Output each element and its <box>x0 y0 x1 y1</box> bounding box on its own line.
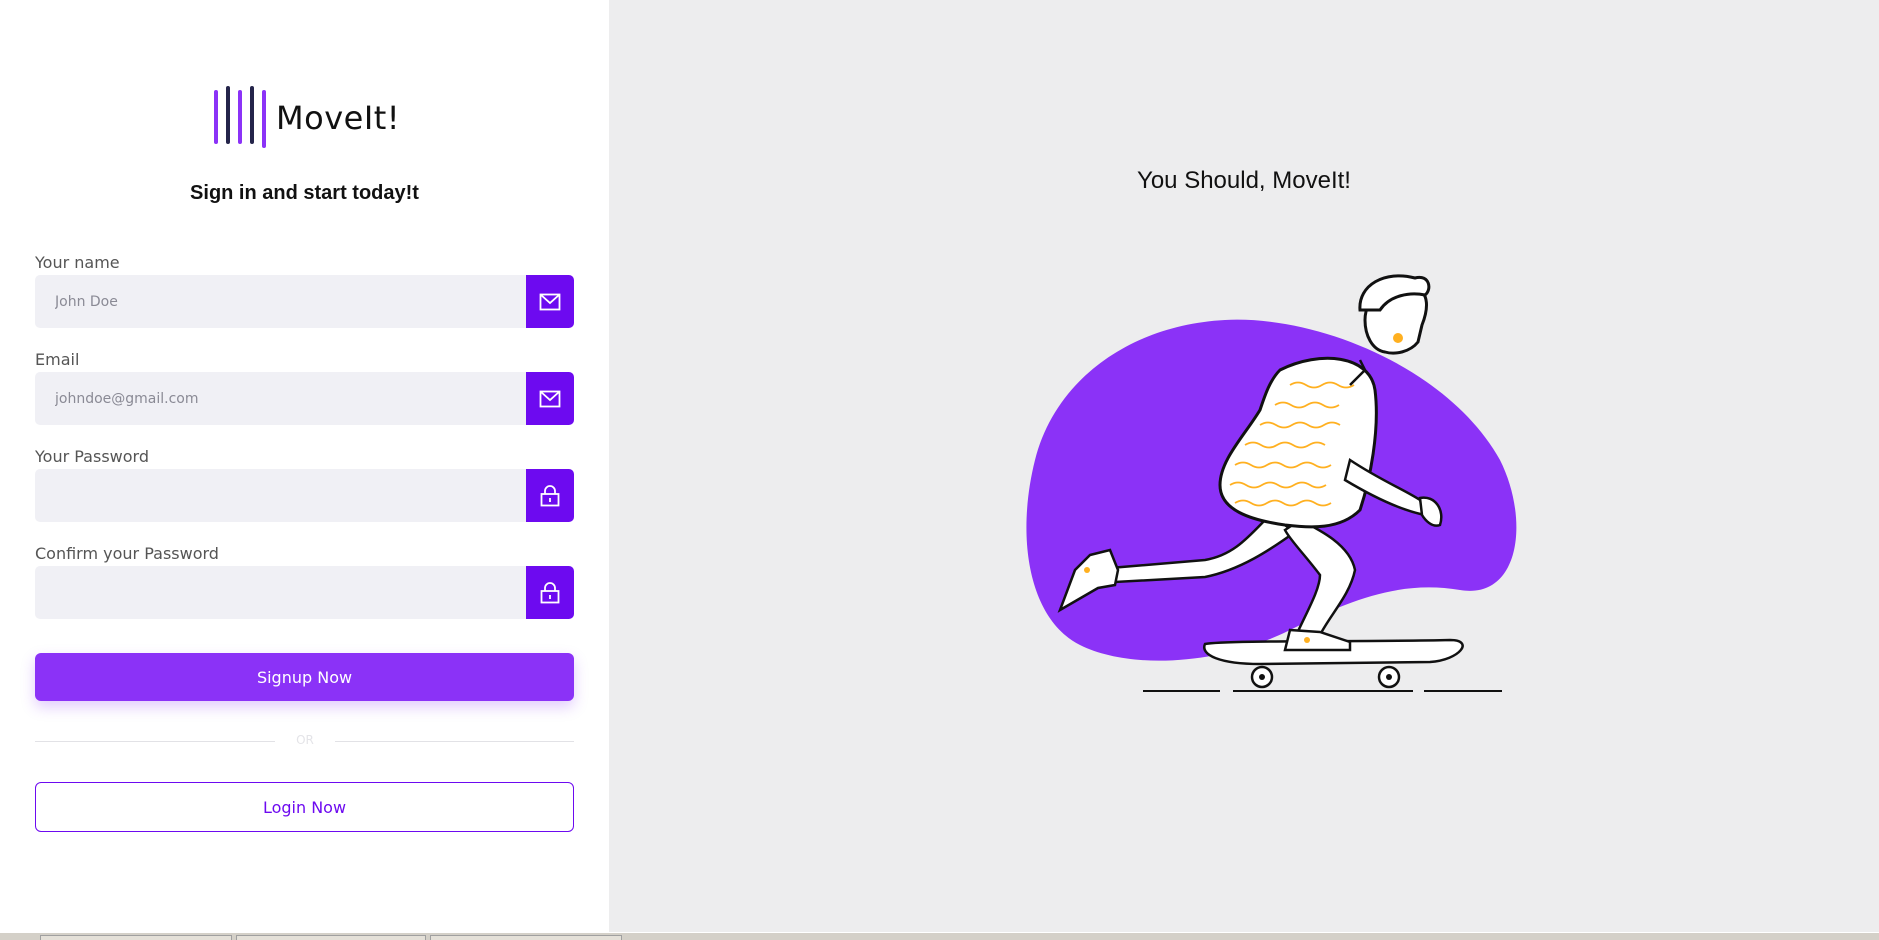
email-label: Email <box>35 350 80 369</box>
name-input[interactable] <box>35 275 526 328</box>
confirm-password-field-group <box>35 566 574 619</box>
taskbar-item[interactable] <box>236 935 426 940</box>
email-field-group <box>35 372 574 425</box>
name-field-group <box>35 275 574 328</box>
password-input[interactable] <box>35 469 526 522</box>
mail-icon <box>539 293 561 310</box>
os-taskbar <box>0 932 1879 940</box>
password-label: Your Password <box>35 447 149 466</box>
confirm-password-label: Confirm your Password <box>35 544 219 563</box>
password-field-group <box>35 469 574 522</box>
login-button[interactable]: Login Now <box>35 782 574 832</box>
taskbar-item[interactable] <box>40 935 232 940</box>
name-field-icon-box <box>526 275 574 328</box>
signup-button[interactable]: Signup Now <box>35 653 574 701</box>
divider-left <box>35 741 275 742</box>
brand-logo: MoveIt! <box>212 86 400 150</box>
skateboarder-illustration <box>1026 274 1517 692</box>
password-field-icon-box <box>526 469 574 522</box>
lock-icon <box>540 581 560 603</box>
divider-right <box>335 741 574 742</box>
email-input[interactable] <box>35 372 526 425</box>
taskbar-item[interactable] <box>430 935 622 940</box>
logo-bars-icon <box>214 86 266 148</box>
hero-title: You Should, MoveIt! <box>1137 167 1351 194</box>
name-label: Your name <box>35 253 120 272</box>
form-subtitle: Sign in and start today!t <box>190 182 419 204</box>
mail-icon <box>539 390 561 407</box>
lock-icon <box>540 484 560 506</box>
confirm-password-field-icon-box <box>526 566 574 619</box>
divider-or-text: OR <box>296 733 314 747</box>
email-field-icon-box <box>526 372 574 425</box>
confirm-password-input[interactable] <box>35 566 526 619</box>
signup-panel: MoveIt! Sign in and start today!t Your n… <box>0 0 609 932</box>
brand-name: MoveIt! <box>276 99 401 137</box>
